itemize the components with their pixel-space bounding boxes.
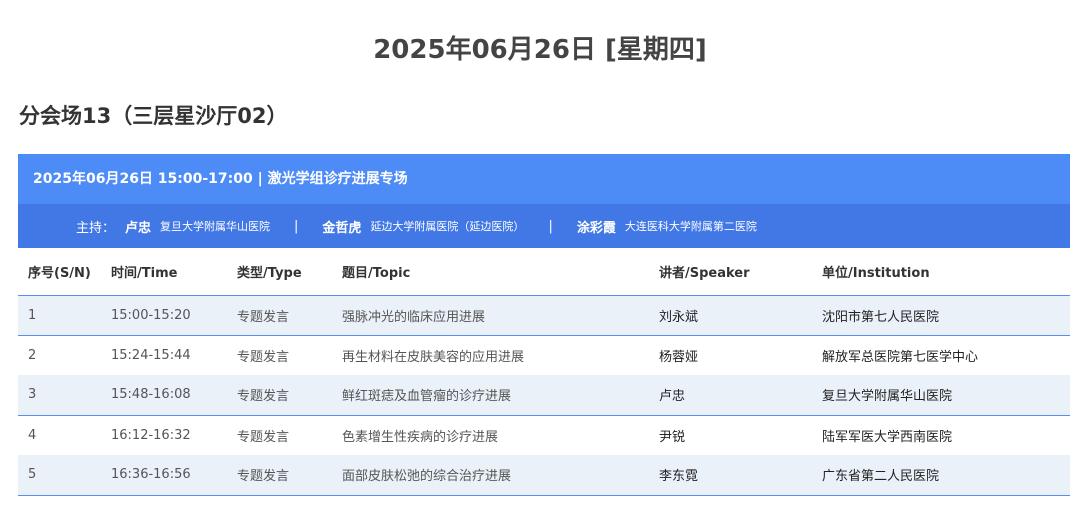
session-card: 2025年06月26日 15:00-17:00 | 激光学组诊疗进展专场 主持：… xyxy=(18,154,1070,496)
cell-institution: 复旦大学附属华山医院 xyxy=(812,375,1070,416)
cell-topic: 鲜红斑痣及血管瘤的诊疗进展 xyxy=(332,375,649,416)
cell-topic: 色素增生性疾病的诊疗进展 xyxy=(342,429,499,445)
cell-speaker: 尹锐 xyxy=(659,429,686,445)
host-separator: | xyxy=(294,218,299,234)
host-name: 涂彩霞 xyxy=(576,220,616,236)
page-date-title: 2025年06月26日 [星期四] xyxy=(373,35,707,65)
cell-time: 16:12-16:32 xyxy=(111,427,191,443)
cell-institution: 解放军总医院第七医学中心 xyxy=(822,349,979,365)
column-header-sn: 序号(S/N) xyxy=(18,248,101,296)
table-row: 5 16:36-16:56 专题发言 面部皮肤松弛的综合治疗进展 李东霓 广东省… xyxy=(18,455,1070,496)
cell-sn: 3 xyxy=(18,375,101,416)
column-header-type: 类型/Type xyxy=(227,248,332,296)
cell-institution: 沈阳市第七人民医院 xyxy=(812,295,1070,336)
cell-topic: 再生材料在皮肤美容的应用进展 xyxy=(342,349,525,365)
host-name: 金哲虎 xyxy=(322,220,362,236)
host-separator: | xyxy=(548,218,553,234)
cell-speaker: 卢忠 xyxy=(649,375,812,416)
cell-type: 专题发言 xyxy=(237,349,290,365)
cell-time: 15:24-15:44 xyxy=(111,347,191,363)
cell-speaker: 李东霓 xyxy=(649,455,812,496)
table-row: 1 15:00-15:20 专题发言 强脉冲光的临床应用进展 刘永斌 沈阳市第七… xyxy=(18,295,1070,336)
cell-time: 16:36-16:56 xyxy=(101,455,227,496)
table-row: 3 15:48-16:08 专题发言 鲜红斑痣及血管瘤的诊疗进展 卢忠 复旦大学… xyxy=(18,375,1070,416)
cell-type: 专题发言 xyxy=(227,375,332,416)
cell-type: 专题发言 xyxy=(227,295,332,336)
hosts-bar: 主持： 卢忠 复旦大学附属华山医院 | 金哲虎 延边大学附属医院（延边医院） |… xyxy=(18,204,1070,248)
venue-title: 分会场13（三层星沙厅02） xyxy=(19,104,288,128)
cell-sn: 5 xyxy=(18,455,101,496)
host-institution: 复旦大学附属华山医院 xyxy=(160,220,271,233)
cell-speaker: 杨蓉娅 xyxy=(659,349,699,365)
host-institution: 延边大学附属医院（延边医院） xyxy=(370,220,525,233)
session-header: 2025年06月26日 15:00-17:00 | 激光学组诊疗进展专场 xyxy=(18,154,1070,204)
hosts-label: 主持： xyxy=(76,220,116,236)
table-header-row: 序号(S/N) 时间/Time 类型/Type 题目/Topic 讲者/Spea… xyxy=(18,248,1070,296)
host-name: 卢忠 xyxy=(125,220,152,236)
schedule-table: 序号(S/N) 时间/Time 类型/Type 题目/Topic 讲者/Spea… xyxy=(18,248,1070,496)
cell-sn: 2 xyxy=(28,347,37,363)
cell-type: 专题发言 xyxy=(237,429,290,445)
cell-sn: 1 xyxy=(18,295,101,336)
column-header-time: 时间/Time xyxy=(101,248,227,296)
column-header-institution: 单位/Institution xyxy=(812,248,1070,296)
cell-time: 15:48-16:08 xyxy=(101,375,227,416)
cell-institution: 陆军军医大学西南医院 xyxy=(822,429,953,445)
table-row: 2 15:24-15:44 专题发言 再生材料在皮肤美容的应用进展 杨蓉娅 解放… xyxy=(18,335,1070,375)
column-header-topic: 题目/Topic xyxy=(332,248,649,296)
cell-topic: 强脉冲光的临床应用进展 xyxy=(332,295,649,336)
cell-sn: 4 xyxy=(28,427,37,443)
table-row: 4 16:12-16:32 专题发言 色素增生性疾病的诊疗进展 尹锐 陆军军医大… xyxy=(18,415,1070,455)
cell-type: 专题发言 xyxy=(227,455,332,496)
cell-time: 15:00-15:20 xyxy=(101,295,227,336)
cell-institution: 广东省第二人民医院 xyxy=(812,455,1070,496)
column-header-speaker: 讲者/Speaker xyxy=(649,248,812,296)
host-institution: 大连医科大学附属第二医院 xyxy=(624,220,757,233)
cell-speaker: 刘永斌 xyxy=(649,295,812,336)
cell-topic: 面部皮肤松弛的综合治疗进展 xyxy=(332,455,649,496)
